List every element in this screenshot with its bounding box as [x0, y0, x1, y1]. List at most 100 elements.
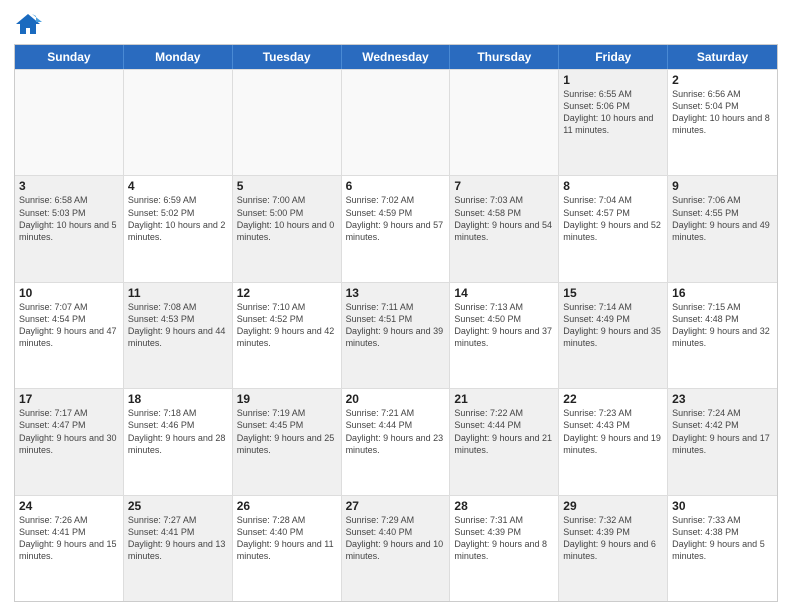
calendar-cell: 4Sunrise: 6:59 AM Sunset: 5:02 PM Daylig…	[124, 176, 233, 281]
cell-detail: Sunrise: 7:18 AM Sunset: 4:46 PM Dayligh…	[128, 407, 228, 456]
cell-detail: Sunrise: 6:58 AM Sunset: 5:03 PM Dayligh…	[19, 194, 119, 243]
day-number: 15	[563, 286, 663, 300]
day-number: 30	[672, 499, 773, 513]
calendar-cell: 7Sunrise: 7:03 AM Sunset: 4:58 PM Daylig…	[450, 176, 559, 281]
cell-detail: Sunrise: 7:14 AM Sunset: 4:49 PM Dayligh…	[563, 301, 663, 350]
calendar-cell: 17Sunrise: 7:17 AM Sunset: 4:47 PM Dayli…	[15, 389, 124, 494]
cell-detail: Sunrise: 7:23 AM Sunset: 4:43 PM Dayligh…	[563, 407, 663, 456]
calendar-cell: 25Sunrise: 7:27 AM Sunset: 4:41 PM Dayli…	[124, 496, 233, 601]
calendar-cell: 30Sunrise: 7:33 AM Sunset: 4:38 PM Dayli…	[668, 496, 777, 601]
calendar-header-cell: Saturday	[668, 45, 777, 69]
cell-detail: Sunrise: 7:13 AM Sunset: 4:50 PM Dayligh…	[454, 301, 554, 350]
calendar-cell: 24Sunrise: 7:26 AM Sunset: 4:41 PM Dayli…	[15, 496, 124, 601]
calendar-cell: 27Sunrise: 7:29 AM Sunset: 4:40 PM Dayli…	[342, 496, 451, 601]
calendar-cell: 16Sunrise: 7:15 AM Sunset: 4:48 PM Dayli…	[668, 283, 777, 388]
day-number: 25	[128, 499, 228, 513]
calendar-cell	[124, 70, 233, 175]
cell-detail: Sunrise: 7:24 AM Sunset: 4:42 PM Dayligh…	[672, 407, 773, 456]
cell-detail: Sunrise: 7:06 AM Sunset: 4:55 PM Dayligh…	[672, 194, 773, 243]
day-number: 26	[237, 499, 337, 513]
calendar-header-cell: Friday	[559, 45, 668, 69]
calendar-cell: 20Sunrise: 7:21 AM Sunset: 4:44 PM Dayli…	[342, 389, 451, 494]
cell-detail: Sunrise: 6:56 AM Sunset: 5:04 PM Dayligh…	[672, 88, 773, 137]
calendar-cell: 13Sunrise: 7:11 AM Sunset: 4:51 PM Dayli…	[342, 283, 451, 388]
calendar-cell	[450, 70, 559, 175]
calendar-cell: 28Sunrise: 7:31 AM Sunset: 4:39 PM Dayli…	[450, 496, 559, 601]
calendar-row: 17Sunrise: 7:17 AM Sunset: 4:47 PM Dayli…	[15, 388, 777, 494]
calendar-cell: 6Sunrise: 7:02 AM Sunset: 4:59 PM Daylig…	[342, 176, 451, 281]
cell-detail: Sunrise: 7:11 AM Sunset: 4:51 PM Dayligh…	[346, 301, 446, 350]
calendar-cell: 10Sunrise: 7:07 AM Sunset: 4:54 PM Dayli…	[15, 283, 124, 388]
cell-detail: Sunrise: 7:17 AM Sunset: 4:47 PM Dayligh…	[19, 407, 119, 456]
logo	[14, 10, 46, 38]
calendar-cell: 9Sunrise: 7:06 AM Sunset: 4:55 PM Daylig…	[668, 176, 777, 281]
cell-detail: Sunrise: 7:00 AM Sunset: 5:00 PM Dayligh…	[237, 194, 337, 243]
day-number: 21	[454, 392, 554, 406]
calendar-cell: 14Sunrise: 7:13 AM Sunset: 4:50 PM Dayli…	[450, 283, 559, 388]
day-number: 8	[563, 179, 663, 193]
cell-detail: Sunrise: 7:19 AM Sunset: 4:45 PM Dayligh…	[237, 407, 337, 456]
day-number: 13	[346, 286, 446, 300]
logo-icon	[14, 10, 42, 38]
calendar-row: 24Sunrise: 7:26 AM Sunset: 4:41 PM Dayli…	[15, 495, 777, 601]
calendar-header-cell: Tuesday	[233, 45, 342, 69]
calendar-cell	[342, 70, 451, 175]
calendar-cell	[233, 70, 342, 175]
cell-detail: Sunrise: 7:10 AM Sunset: 4:52 PM Dayligh…	[237, 301, 337, 350]
calendar-cell: 1Sunrise: 6:55 AM Sunset: 5:06 PM Daylig…	[559, 70, 668, 175]
day-number: 11	[128, 286, 228, 300]
cell-detail: Sunrise: 7:31 AM Sunset: 4:39 PM Dayligh…	[454, 514, 554, 563]
cell-detail: Sunrise: 7:21 AM Sunset: 4:44 PM Dayligh…	[346, 407, 446, 456]
calendar-body: 1Sunrise: 6:55 AM Sunset: 5:06 PM Daylig…	[15, 69, 777, 601]
cell-detail: Sunrise: 7:02 AM Sunset: 4:59 PM Dayligh…	[346, 194, 446, 243]
day-number: 19	[237, 392, 337, 406]
day-number: 29	[563, 499, 663, 513]
cell-detail: Sunrise: 7:04 AM Sunset: 4:57 PM Dayligh…	[563, 194, 663, 243]
day-number: 5	[237, 179, 337, 193]
calendar-cell: 5Sunrise: 7:00 AM Sunset: 5:00 PM Daylig…	[233, 176, 342, 281]
calendar-cell: 2Sunrise: 6:56 AM Sunset: 5:04 PM Daylig…	[668, 70, 777, 175]
calendar-cell: 8Sunrise: 7:04 AM Sunset: 4:57 PM Daylig…	[559, 176, 668, 281]
cell-detail: Sunrise: 7:29 AM Sunset: 4:40 PM Dayligh…	[346, 514, 446, 563]
cell-detail: Sunrise: 7:27 AM Sunset: 4:41 PM Dayligh…	[128, 514, 228, 563]
day-number: 16	[672, 286, 773, 300]
day-number: 7	[454, 179, 554, 193]
calendar: SundayMondayTuesdayWednesdayThursdayFrid…	[14, 44, 778, 602]
cell-detail: Sunrise: 6:59 AM Sunset: 5:02 PM Dayligh…	[128, 194, 228, 243]
cell-detail: Sunrise: 7:32 AM Sunset: 4:39 PM Dayligh…	[563, 514, 663, 563]
calendar-cell: 3Sunrise: 6:58 AM Sunset: 5:03 PM Daylig…	[15, 176, 124, 281]
day-number: 17	[19, 392, 119, 406]
day-number: 24	[19, 499, 119, 513]
day-number: 9	[672, 179, 773, 193]
calendar-cell: 19Sunrise: 7:19 AM Sunset: 4:45 PM Dayli…	[233, 389, 342, 494]
calendar-cell: 15Sunrise: 7:14 AM Sunset: 4:49 PM Dayli…	[559, 283, 668, 388]
calendar-header: SundayMondayTuesdayWednesdayThursdayFrid…	[15, 45, 777, 69]
calendar-row: 10Sunrise: 7:07 AM Sunset: 4:54 PM Dayli…	[15, 282, 777, 388]
calendar-row: 1Sunrise: 6:55 AM Sunset: 5:06 PM Daylig…	[15, 69, 777, 175]
cell-detail: Sunrise: 7:03 AM Sunset: 4:58 PM Dayligh…	[454, 194, 554, 243]
calendar-cell: 26Sunrise: 7:28 AM Sunset: 4:40 PM Dayli…	[233, 496, 342, 601]
day-number: 12	[237, 286, 337, 300]
page: SundayMondayTuesdayWednesdayThursdayFrid…	[0, 0, 792, 612]
day-number: 14	[454, 286, 554, 300]
day-number: 4	[128, 179, 228, 193]
calendar-cell: 29Sunrise: 7:32 AM Sunset: 4:39 PM Dayli…	[559, 496, 668, 601]
calendar-header-cell: Thursday	[450, 45, 559, 69]
day-number: 3	[19, 179, 119, 193]
cell-detail: Sunrise: 7:28 AM Sunset: 4:40 PM Dayligh…	[237, 514, 337, 563]
cell-detail: Sunrise: 7:15 AM Sunset: 4:48 PM Dayligh…	[672, 301, 773, 350]
calendar-cell: 11Sunrise: 7:08 AM Sunset: 4:53 PM Dayli…	[124, 283, 233, 388]
cell-detail: Sunrise: 7:08 AM Sunset: 4:53 PM Dayligh…	[128, 301, 228, 350]
calendar-cell: 18Sunrise: 7:18 AM Sunset: 4:46 PM Dayli…	[124, 389, 233, 494]
cell-detail: Sunrise: 7:26 AM Sunset: 4:41 PM Dayligh…	[19, 514, 119, 563]
cell-detail: Sunrise: 7:07 AM Sunset: 4:54 PM Dayligh…	[19, 301, 119, 350]
calendar-header-cell: Sunday	[15, 45, 124, 69]
header	[14, 10, 778, 38]
day-number: 22	[563, 392, 663, 406]
day-number: 18	[128, 392, 228, 406]
cell-detail: Sunrise: 6:55 AM Sunset: 5:06 PM Dayligh…	[563, 88, 663, 137]
day-number: 20	[346, 392, 446, 406]
day-number: 1	[563, 73, 663, 87]
calendar-cell: 23Sunrise: 7:24 AM Sunset: 4:42 PM Dayli…	[668, 389, 777, 494]
day-number: 2	[672, 73, 773, 87]
